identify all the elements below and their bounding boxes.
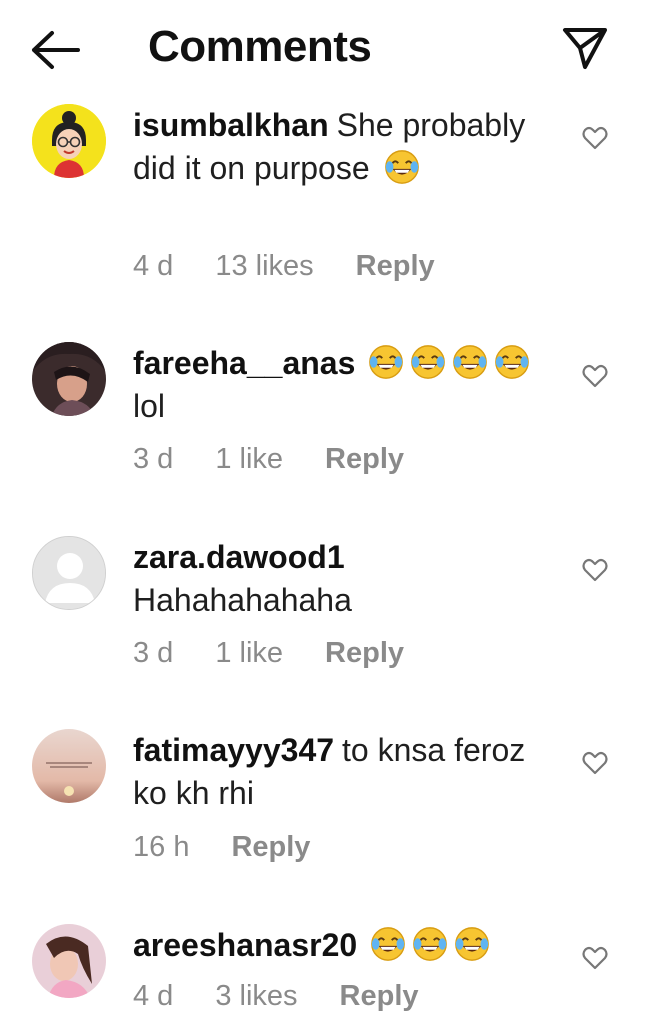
like-button[interactable] bbox=[581, 944, 609, 972]
paper-plane-icon bbox=[563, 28, 607, 69]
cartoon-avatar-icon bbox=[32, 104, 106, 178]
profile-photo-icon bbox=[32, 342, 106, 416]
comment-username[interactable]: isumbalkhan bbox=[133, 107, 329, 143]
comment-username[interactable]: fatimayyy347 bbox=[133, 732, 334, 768]
tears-of-joy-emoji-icon bbox=[495, 345, 530, 379]
comment-meta: 3 d 1 like Reply bbox=[133, 637, 446, 670]
header-bar: Comments bbox=[0, 0, 651, 96]
heart-icon bbox=[582, 946, 608, 970]
tears-of-joy-emoji-icon bbox=[384, 150, 419, 184]
reply-button[interactable]: Reply bbox=[340, 980, 419, 1013]
avatar[interactable] bbox=[32, 536, 106, 610]
avatar[interactable] bbox=[32, 104, 106, 178]
like-button[interactable] bbox=[581, 124, 609, 152]
comment-meta: 16 h Reply bbox=[133, 831, 352, 864]
comment-text: fareeha__anaslol bbox=[133, 342, 553, 428]
comment-text: zara.dawood1 Hahahahahaha bbox=[133, 536, 553, 622]
heart-icon bbox=[582, 558, 608, 582]
comment-meta: 4 d 3 likes Reply bbox=[133, 980, 461, 1013]
comment-time: 16 h bbox=[133, 831, 190, 863]
tears-of-joy-emoji-icon bbox=[453, 345, 488, 379]
profile-photo-icon bbox=[32, 924, 106, 998]
comment-username[interactable]: areeshanasr20 bbox=[133, 927, 357, 963]
share-button[interactable] bbox=[560, 22, 612, 74]
page-title: Comments bbox=[148, 22, 372, 71]
sunset-photo-icon bbox=[32, 729, 106, 803]
avatar[interactable] bbox=[32, 924, 106, 998]
comment-time: 3 d bbox=[133, 443, 174, 475]
comment-body: Hahahahahaha bbox=[133, 582, 352, 618]
comment-likes[interactable]: 3 likes bbox=[215, 980, 297, 1013]
comment-meta: 4 d 13 likes Reply bbox=[133, 250, 477, 283]
reply-button[interactable]: Reply bbox=[356, 250, 435, 283]
comment-time: 3 d bbox=[133, 637, 174, 669]
heart-icon bbox=[582, 364, 608, 388]
comment-text: areeshanasr20 bbox=[133, 924, 553, 967]
comment-meta: 3 d 1 like Reply bbox=[133, 443, 446, 476]
reply-button[interactable]: Reply bbox=[325, 443, 404, 476]
tears-of-joy-emoji-icon bbox=[455, 927, 490, 961]
comment-text: isumbalkhan She probably did it on purpos… bbox=[133, 104, 553, 190]
tears-of-joy-emoji-icon bbox=[413, 927, 448, 961]
comment-time: 4 d bbox=[133, 250, 174, 282]
reply-button[interactable]: Reply bbox=[325, 637, 404, 670]
comment-body: lol bbox=[133, 388, 166, 424]
arrow-left-icon bbox=[32, 31, 80, 69]
comment-likes[interactable]: 1 like bbox=[215, 637, 283, 670]
heart-icon bbox=[582, 126, 608, 150]
like-button[interactable] bbox=[581, 556, 609, 584]
reply-button[interactable]: Reply bbox=[231, 831, 310, 864]
like-button[interactable] bbox=[581, 749, 609, 777]
like-button[interactable] bbox=[581, 362, 609, 390]
comment-username[interactable]: zara.dawood1 bbox=[133, 539, 345, 575]
comment-likes[interactable]: 13 likes bbox=[215, 250, 313, 283]
tears-of-joy-emoji-icon bbox=[369, 345, 404, 379]
back-button[interactable] bbox=[30, 26, 86, 74]
comment-text: fatimayyy347 to knsa feroz ko kh rhi bbox=[133, 729, 553, 815]
default-user-icon bbox=[33, 537, 105, 609]
comment-username[interactable]: fareeha__anas bbox=[133, 345, 355, 381]
tears-of-joy-emoji-icon bbox=[411, 345, 446, 379]
heart-icon bbox=[582, 751, 608, 775]
comment-time: 4 d bbox=[133, 980, 174, 1012]
avatar[interactable] bbox=[32, 729, 106, 803]
comment-likes[interactable]: 1 like bbox=[215, 443, 283, 476]
tears-of-joy-emoji-icon bbox=[371, 927, 406, 961]
avatar[interactable] bbox=[32, 342, 106, 416]
